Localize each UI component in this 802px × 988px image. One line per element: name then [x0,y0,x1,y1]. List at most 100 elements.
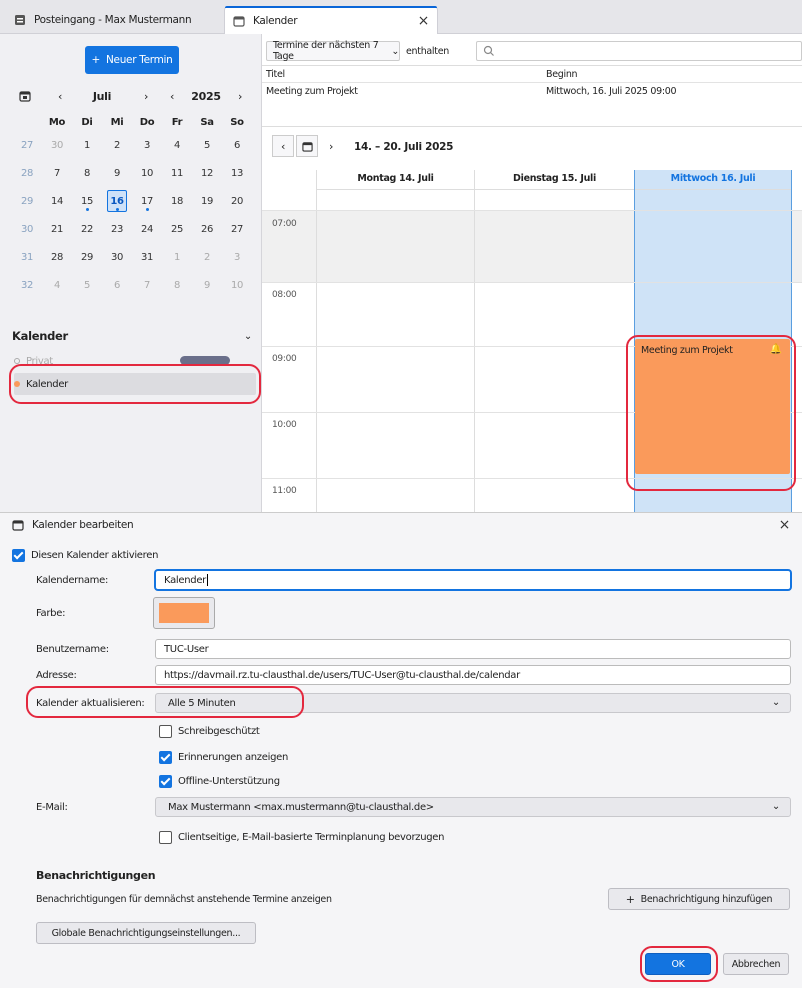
refresh-interval-select[interactable]: Alle 5 Minuten ⌄ [155,693,791,713]
event-filter-select[interactable]: Termine der nächsten 7 Tage ⌄ [266,40,400,62]
checkbox-checked-icon [12,549,25,562]
chevron-right-icon[interactable]: › [136,84,156,108]
day-cell[interactable]: 26 [192,215,222,243]
chevron-left-icon[interactable]: ‹ [162,84,182,108]
day-cell[interactable]: 21 [42,215,72,243]
day-cell[interactable]: 29 [72,243,102,271]
day-cell[interactable]: 1 [162,243,192,271]
close-icon[interactable]: × [418,13,430,29]
day-cell[interactable]: 1 [72,131,102,159]
day-header[interactable]: Montag 14. Juli [317,170,474,190]
new-event-button[interactable]: + Neuer Termin [85,46,179,74]
day-cell[interactable]: 30 [102,243,132,271]
day-cell[interactable]: 8 [162,271,192,299]
column-header-start[interactable]: Beginn [546,69,578,80]
day-cell[interactable]: 11 [162,159,192,187]
day-cell[interactable]: 14 [42,187,72,215]
add-notification-button[interactable]: + Benachrichtigung hinzufügen [608,888,790,910]
day-cell[interactable]: 19 [192,187,222,215]
search-icon [483,45,494,56]
day-cell[interactable]: 9 [192,271,222,299]
global-notifications-button[interactable]: Globale Benachrichtigungseinstellungen..… [36,922,256,944]
day-cell[interactable]: 24 [132,215,162,243]
tab-bar: Posteingang - Max Mustermann Kalender × [0,0,802,34]
day-cell[interactable]: 6 [222,131,252,159]
mini-calendar-nav: ‹ Juli › ‹ 2025 › [12,84,252,108]
email-select[interactable]: Max Mustermann <max.mustermann@tu-claust… [155,797,791,817]
calendar-name-input[interactable]: Kalender [155,570,791,590]
weekday-row: Mo Di Mi Do Fr Sa So [12,114,252,131]
color-picker[interactable] [153,597,215,629]
day-cell[interactable]: 31 [132,243,162,271]
dialog-title: Kalender bearbeiten [12,519,134,531]
calendar-item-kalender[interactable]: Kalender [14,373,256,395]
close-icon[interactable]: × [779,517,791,533]
day-cell[interactable]: 25 [162,215,192,243]
day-cell[interactable]: 15 [72,187,102,215]
list-item[interactable]: Meeting zum Projekt Mittwoch, 16. Juli 2… [262,83,802,105]
day-cell[interactable]: 9 [102,159,132,187]
event-search-input[interactable] [476,41,802,61]
notifications-description: Benachrichtigungen für demnächst anstehe… [36,894,332,905]
day-cell[interactable]: 4 [42,271,72,299]
month-label[interactable]: Juli [82,84,122,108]
today-icon[interactable] [14,84,36,108]
offline-support-checkbox[interactable]: Offline-Unterstützung [159,775,280,788]
clientside-scheduling-checkbox[interactable]: Clientseitige, E-Mail-basierte Terminpla… [159,831,445,844]
day-cell[interactable]: 13 [222,159,252,187]
chevron-right-icon[interactable]: › [320,135,342,157]
day-cell[interactable]: 4 [162,131,192,159]
day-cell[interactable]: 17 [132,187,162,215]
day-cell[interactable]: 23 [102,215,132,243]
day-cell[interactable]: 10 [132,159,162,187]
address-input[interactable]: https://davmail.rz.tu-clausthal.de/users… [155,665,791,685]
username-input[interactable]: TUC-User [155,639,791,659]
day-cell[interactable]: 20 [222,187,252,215]
day-cell[interactable]: 8 [72,159,102,187]
day-cell[interactable]: 12 [192,159,222,187]
day-cell[interactable]: 18 [162,187,192,215]
day-cell[interactable]: 6 [102,271,132,299]
day-column[interactable]: Dienstag 15. Juli [474,170,634,512]
reminders-checkbox[interactable]: Erinnerungen anzeigen [159,751,288,764]
mini-calendar: Mo Di Mi Do Fr Sa So 27 30 1 2 3 4 5 6 2… [12,114,252,298]
chevron-right-icon[interactable]: › [230,84,250,108]
weekday: So [230,117,244,128]
enable-calendar-checkbox[interactable]: Diesen Kalender aktivieren [12,549,158,562]
calendars-heading[interactable]: Kalender ⌄ [12,326,252,346]
calendar-event[interactable]: Meeting zum Projekt 🔔 [635,339,790,474]
week-row: 27 30 1 2 3 4 5 6 [12,131,252,159]
day-cell[interactable]: 7 [42,159,72,187]
event-title: Meeting zum Projekt [266,86,358,97]
day-cell[interactable]: 3 [222,243,252,271]
day-cell[interactable]: 10 [222,271,252,299]
calendar-icon [233,15,245,27]
chevron-down-icon: ⌄ [391,45,399,57]
chevron-left-icon[interactable]: ‹ [272,135,294,157]
day-column[interactable]: Montag 14. Juli [316,170,474,512]
chevron-left-icon[interactable]: ‹ [50,84,70,108]
day-cell[interactable]: 2 [192,243,222,271]
day-header[interactable]: Dienstag 15. Juli [475,170,634,190]
day-cell[interactable]: 5 [192,131,222,159]
tab-inbox[interactable]: Posteingang - Max Mustermann [6,6,216,34]
day-header[interactable]: Mittwoch 16. Juli [635,170,791,190]
day-cell[interactable]: 7 [132,271,162,299]
readonly-checkbox[interactable]: Schreibgeschützt [159,725,260,738]
day-cell[interactable]: 28 [42,243,72,271]
tab-calendar[interactable]: Kalender × [224,6,438,34]
day-cell[interactable]: 3 [132,131,162,159]
year-label[interactable]: 2025 [186,84,226,108]
weekday: Fr [171,117,183,128]
day-cell[interactable]: 5 [72,271,102,299]
day-cell[interactable]: 2 [102,131,132,159]
ok-button[interactable]: OK [645,953,711,975]
day-cell[interactable]: 30 [42,131,72,159]
day-cell[interactable]: 22 [72,215,102,243]
column-header-title[interactable]: Titel [266,69,285,80]
cancel-button[interactable]: Abbrechen [723,953,789,975]
day-cell-today[interactable]: 16 [102,187,132,215]
today-icon[interactable] [296,135,318,157]
chevron-down-icon[interactable]: ⌄ [244,331,252,342]
day-cell[interactable]: 27 [222,215,252,243]
